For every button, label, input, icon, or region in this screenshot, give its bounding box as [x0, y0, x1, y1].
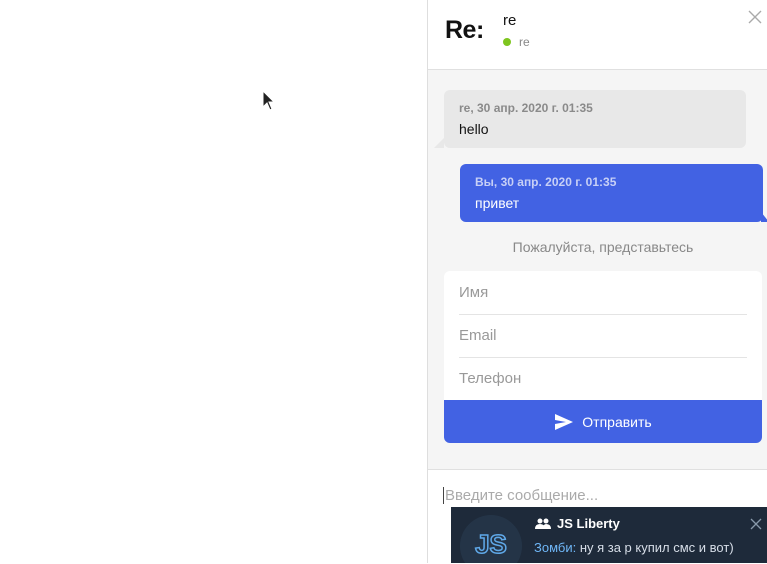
message-input[interactable]: Введите сообщение...	[443, 487, 598, 504]
message-text: привет	[475, 195, 520, 211]
contact-status: re	[503, 35, 530, 49]
notification-message: Зомби: ну я за р купил смс и вот)	[534, 539, 734, 557]
mouse-cursor-icon	[262, 90, 276, 111]
incoming-message: re, 30 апр. 2020 г. 01:35 hello	[434, 90, 746, 148]
notification-sender: Зомби:	[534, 540, 577, 555]
chat-widget: Re: re re re, 30 апр. 2020 г. 01:35 hell…	[427, 0, 767, 564]
phone-field[interactable]: Телефон	[459, 358, 747, 400]
submit-label: Отправить	[582, 413, 652, 430]
notification-toast[interactable]: JS JS Liberty Зомби: ну я за р купил смс…	[451, 507, 767, 563]
group-name: JS Liberty	[557, 516, 620, 531]
group-icon	[535, 518, 551, 529]
notification-text: ну я за р купил смс и вот)	[576, 540, 734, 555]
contact-name: re	[503, 12, 517, 29]
close-icon[interactable]	[746, 8, 764, 26]
avatar-logo-text: JS	[475, 529, 507, 559]
chat-header: Re: re re	[428, 0, 767, 70]
group-avatar: JS	[460, 515, 522, 563]
message-text: hello	[459, 121, 489, 137]
message-meta: Вы, 30 апр. 2020 г. 01:35	[475, 175, 617, 189]
contact-form: Имя Email Телефон Отправить	[444, 271, 762, 443]
intro-prompt: Пожалуйста, представьтесь	[512, 239, 694, 255]
email-field[interactable]: Email	[459, 315, 747, 358]
message-meta: re, 30 апр. 2020 г. 01:35	[459, 101, 593, 115]
send-icon	[555, 413, 574, 430]
brand-logo: Re:	[445, 16, 484, 44]
outgoing-message: Вы, 30 апр. 2020 г. 01:35 привет	[460, 164, 767, 222]
submit-button[interactable]: Отправить	[444, 400, 762, 443]
contact-status-text: re	[519, 35, 530, 49]
online-status-icon	[503, 38, 511, 46]
close-notification-icon[interactable]	[750, 518, 762, 530]
notification-group: JS Liberty	[535, 516, 620, 531]
name-field[interactable]: Имя	[459, 272, 747, 315]
